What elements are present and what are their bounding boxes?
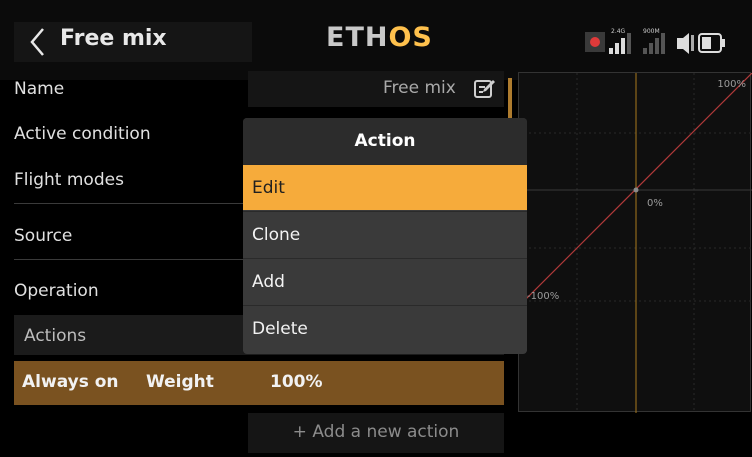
row-label-name: Name bbox=[14, 79, 65, 99]
graph-label-center: 0% bbox=[647, 198, 663, 209]
menu-item-delete[interactable]: Delete bbox=[243, 305, 527, 351]
menu-item-add[interactable]: Add bbox=[243, 258, 527, 304]
chevron-left-icon bbox=[30, 28, 44, 56]
status-icons: 2.4G 900M bbox=[585, 28, 725, 54]
signal-24-icon: 2.4G bbox=[609, 28, 631, 54]
action-popup: Action Edit Clone Add Delete bbox=[243, 118, 527, 354]
menu-item-edit[interactable]: Edit bbox=[243, 164, 527, 210]
menu-item-clone[interactable]: Clone bbox=[243, 211, 527, 257]
name-field[interactable] bbox=[248, 71, 504, 107]
actions-label: Actions bbox=[24, 326, 87, 346]
row-label-operation: Operation bbox=[14, 281, 99, 301]
record-icon bbox=[585, 32, 605, 52]
graph-label-top: 100% bbox=[717, 79, 746, 90]
popup-title: Action bbox=[243, 118, 527, 164]
graph-label-bottom: -100% bbox=[527, 291, 560, 302]
speaker-icon bbox=[677, 33, 694, 54]
name-value: Free mix bbox=[383, 78, 456, 98]
edit-icon[interactable] bbox=[474, 79, 496, 99]
svg-text:900M: 900M bbox=[643, 28, 660, 35]
signal-900-icon: 900M bbox=[643, 28, 665, 54]
action-condition: Always on bbox=[22, 372, 119, 392]
curve-point bbox=[633, 187, 639, 193]
row-label-flight-modes: Flight modes bbox=[14, 170, 124, 190]
page-title: Free mix bbox=[60, 26, 167, 51]
row-label-active-condition: Active condition bbox=[14, 124, 151, 144]
ethos-logo: ETHOS bbox=[326, 22, 433, 53]
curve-plot bbox=[519, 73, 752, 413]
row-label-source: Source bbox=[14, 226, 73, 246]
add-action-label: + Add a new action bbox=[292, 422, 460, 442]
action-type: Weight bbox=[146, 372, 214, 392]
add-action-button[interactable]: + Add a new action bbox=[248, 413, 504, 453]
battery-icon bbox=[698, 33, 725, 53]
svg-text:2.4G: 2.4G bbox=[611, 28, 626, 35]
action-value: 100% bbox=[270, 372, 323, 392]
mix-curve-graph: 100% 0% -100% bbox=[518, 72, 752, 413]
